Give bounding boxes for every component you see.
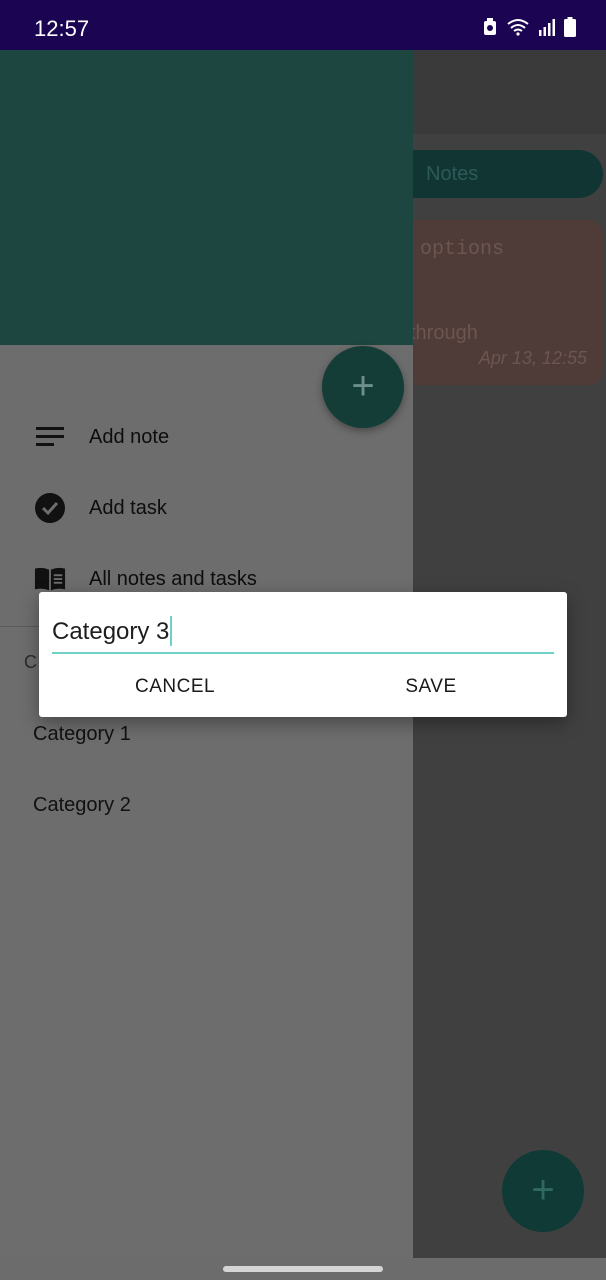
drawer-header (0, 50, 413, 345)
category-item-1[interactable]: Category 1 (33, 723, 131, 746)
status-bar: 12:57 (0, 0, 606, 50)
status-time: 12:57 (34, 16, 90, 41)
plus-icon: + (351, 364, 375, 408)
home-gesture-handle[interactable] (223, 1266, 383, 1272)
cancel-button[interactable]: CANCEL (135, 666, 215, 708)
categories-header: C (24, 652, 37, 672)
status-icons (482, 17, 576, 37)
drawer-item-add-note[interactable]: Add note (0, 407, 413, 467)
drawer-item-label: Add note (89, 425, 170, 448)
save-button[interactable]: SAVE (405, 666, 457, 708)
note-card-date: Apr 13, 12:55 (478, 348, 587, 368)
category-item-2[interactable]: Category 2 (33, 794, 131, 817)
text-caret (170, 616, 173, 646)
notes-lines-icon (34, 421, 66, 453)
book-icon (34, 563, 66, 595)
wifi-icon (507, 19, 529, 36)
category-name-input[interactable]: Category 3 (52, 612, 554, 654)
note-card-line2: through (410, 322, 478, 344)
category-name-value: Category 3 (52, 618, 170, 645)
drawer-item-label: Add task (89, 496, 167, 519)
check-circle-icon (34, 492, 66, 524)
drawer-item-label: All notes and tasks (89, 567, 257, 590)
new-category-dialog: Category 3 CANCEL SAVE (39, 592, 567, 717)
signal-icon (539, 19, 555, 36)
main-add-fab: + (502, 1150, 584, 1232)
note-card-line1: options (420, 238, 505, 261)
battery-icon (564, 17, 576, 37)
drawer-item-add-task[interactable]: Add task (0, 478, 413, 538)
plus-icon: + (531, 1168, 555, 1212)
recycle-icon (484, 18, 496, 35)
